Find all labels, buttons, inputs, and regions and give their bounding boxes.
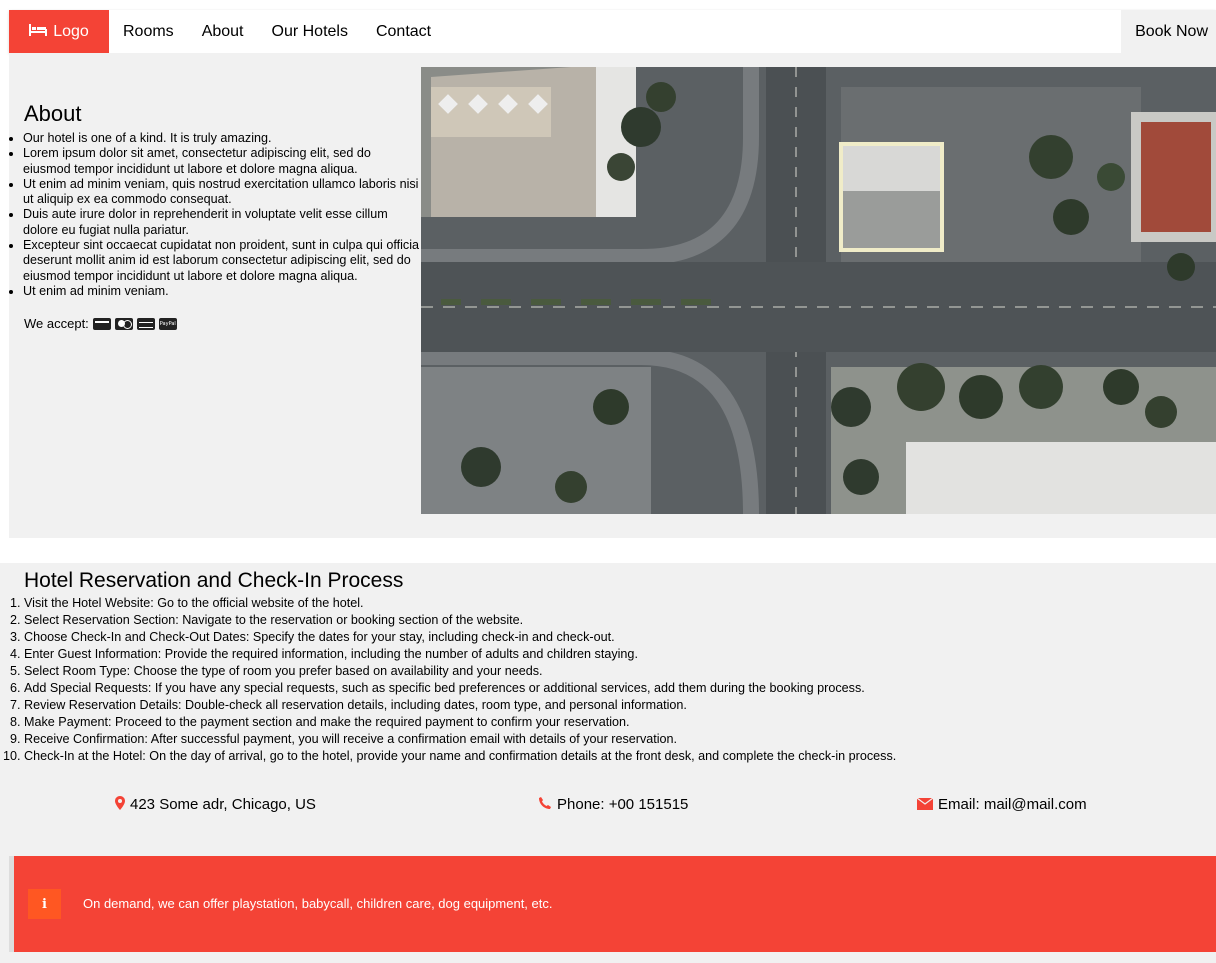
nav-item-about[interactable]: About — [188, 10, 258, 53]
list-item: Duis aute irure dolor in reprehenderit i… — [23, 207, 421, 238]
phone-text: Phone: +00 151515 — [557, 796, 689, 813]
list-item: Excepteur sint occaecat cupidatat non pr… — [23, 238, 421, 284]
paypal-icon: PayPal — [158, 317, 177, 330]
contact-address: 423 Some adr, Chicago, US — [115, 796, 316, 813]
nav-item-our-hotels[interactable]: Our Hotels — [258, 10, 362, 53]
list-item: Check-In at the Hotel: On the day of arr… — [24, 748, 1216, 765]
nav-item-contact[interactable]: Contact — [362, 10, 445, 53]
reservation-steps: Visit the Hotel Website: Go to the offic… — [0, 595, 1216, 765]
list-item: Receive Confirmation: After successful p… — [24, 731, 1216, 748]
list-item: Choose Check-In and Check-Out Dates: Spe… — [24, 629, 1216, 646]
reservation-section: Hotel Reservation and Check-In Process V… — [0, 563, 1216, 963]
bed-icon — [29, 23, 48, 41]
nav-item-rooms[interactable]: Rooms — [109, 10, 188, 53]
about-list: Our hotel is one of a kind. It is truly … — [9, 131, 421, 299]
map-marker-icon — [115, 796, 125, 813]
list-item: Our hotel is one of a kind. It is truly … — [23, 131, 421, 146]
list-item: Review Reservation Details: Double-check… — [24, 697, 1216, 714]
logo-label: Logo — [53, 22, 89, 40]
payment-methods: We accept: PayPal — [9, 316, 421, 331]
amex-icon — [136, 317, 155, 330]
logo-link[interactable]: Logo — [9, 10, 109, 53]
phone-icon — [538, 796, 552, 813]
list-item: Visit the Hotel Website: Go to the offic… — [24, 595, 1216, 612]
list-item: Add Special Requests: If you have any sp… — [24, 680, 1216, 697]
notice-text: On demand, we can offer playstation, bab… — [83, 896, 553, 911]
reservation-title: Hotel Reservation and Check-In Process — [24, 569, 404, 592]
notice-banner: i On demand, we can offer playstation, b… — [14, 856, 1216, 952]
top-navigation: Logo Rooms About Our Hotels Contact Book… — [9, 10, 1216, 53]
address-text: 423 Some adr, Chicago, US — [130, 796, 316, 813]
list-item: Ut enim ad minim veniam, quis nostrud ex… — [23, 177, 421, 208]
email-text: Email: mail@mail.com — [938, 796, 1087, 813]
info-icon: i — [28, 889, 61, 919]
mastercard-icon — [114, 317, 133, 330]
book-now-button[interactable]: Book Now — [1121, 10, 1216, 53]
about-title: About — [24, 101, 82, 126]
envelope-icon — [916, 797, 934, 813]
list-item: Select Reservation Section: Navigate to … — [24, 612, 1216, 629]
about-section: About Our hotel is one of a kind. It is … — [9, 53, 1216, 538]
contact-email: Email: mail@mail.com — [916, 796, 1087, 813]
list-item: Lorem ipsum dolor sit amet, consectetur … — [23, 146, 421, 177]
credit-card-icon — [92, 317, 111, 330]
list-item: Ut enim ad minim veniam. — [23, 284, 421, 299]
contact-phone: Phone: +00 151515 — [538, 796, 688, 813]
accept-label: We accept: — [24, 316, 89, 332]
list-item: Enter Guest Information: Provide the req… — [24, 646, 1216, 663]
about-text-block: About Our hotel is one of a kind. It is … — [9, 53, 421, 331]
hero-aerial-image — [421, 67, 1216, 514]
list-item: Make Payment: Proceed to the payment sec… — [24, 714, 1216, 731]
list-item: Select Room Type: Choose the type of roo… — [24, 663, 1216, 680]
